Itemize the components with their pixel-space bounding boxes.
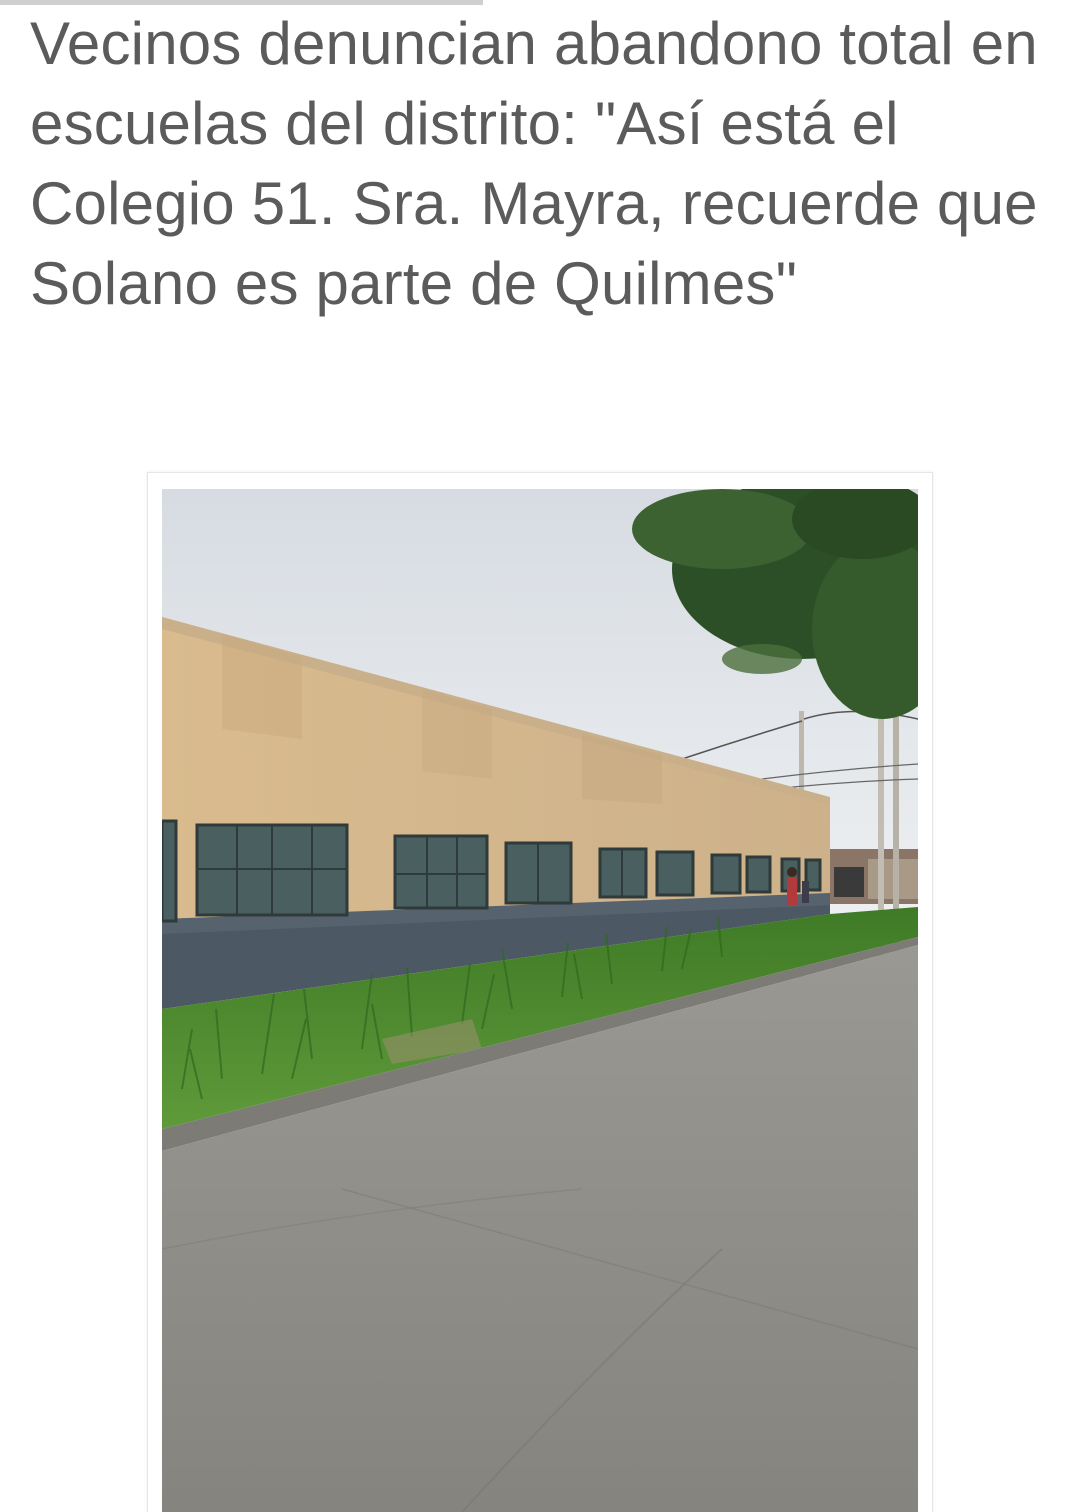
school-street-photo xyxy=(162,489,918,1512)
article-headline: Vecinos denuncian abandono total en escu… xyxy=(30,10,1038,317)
article-photo[interactable] xyxy=(162,489,918,1512)
